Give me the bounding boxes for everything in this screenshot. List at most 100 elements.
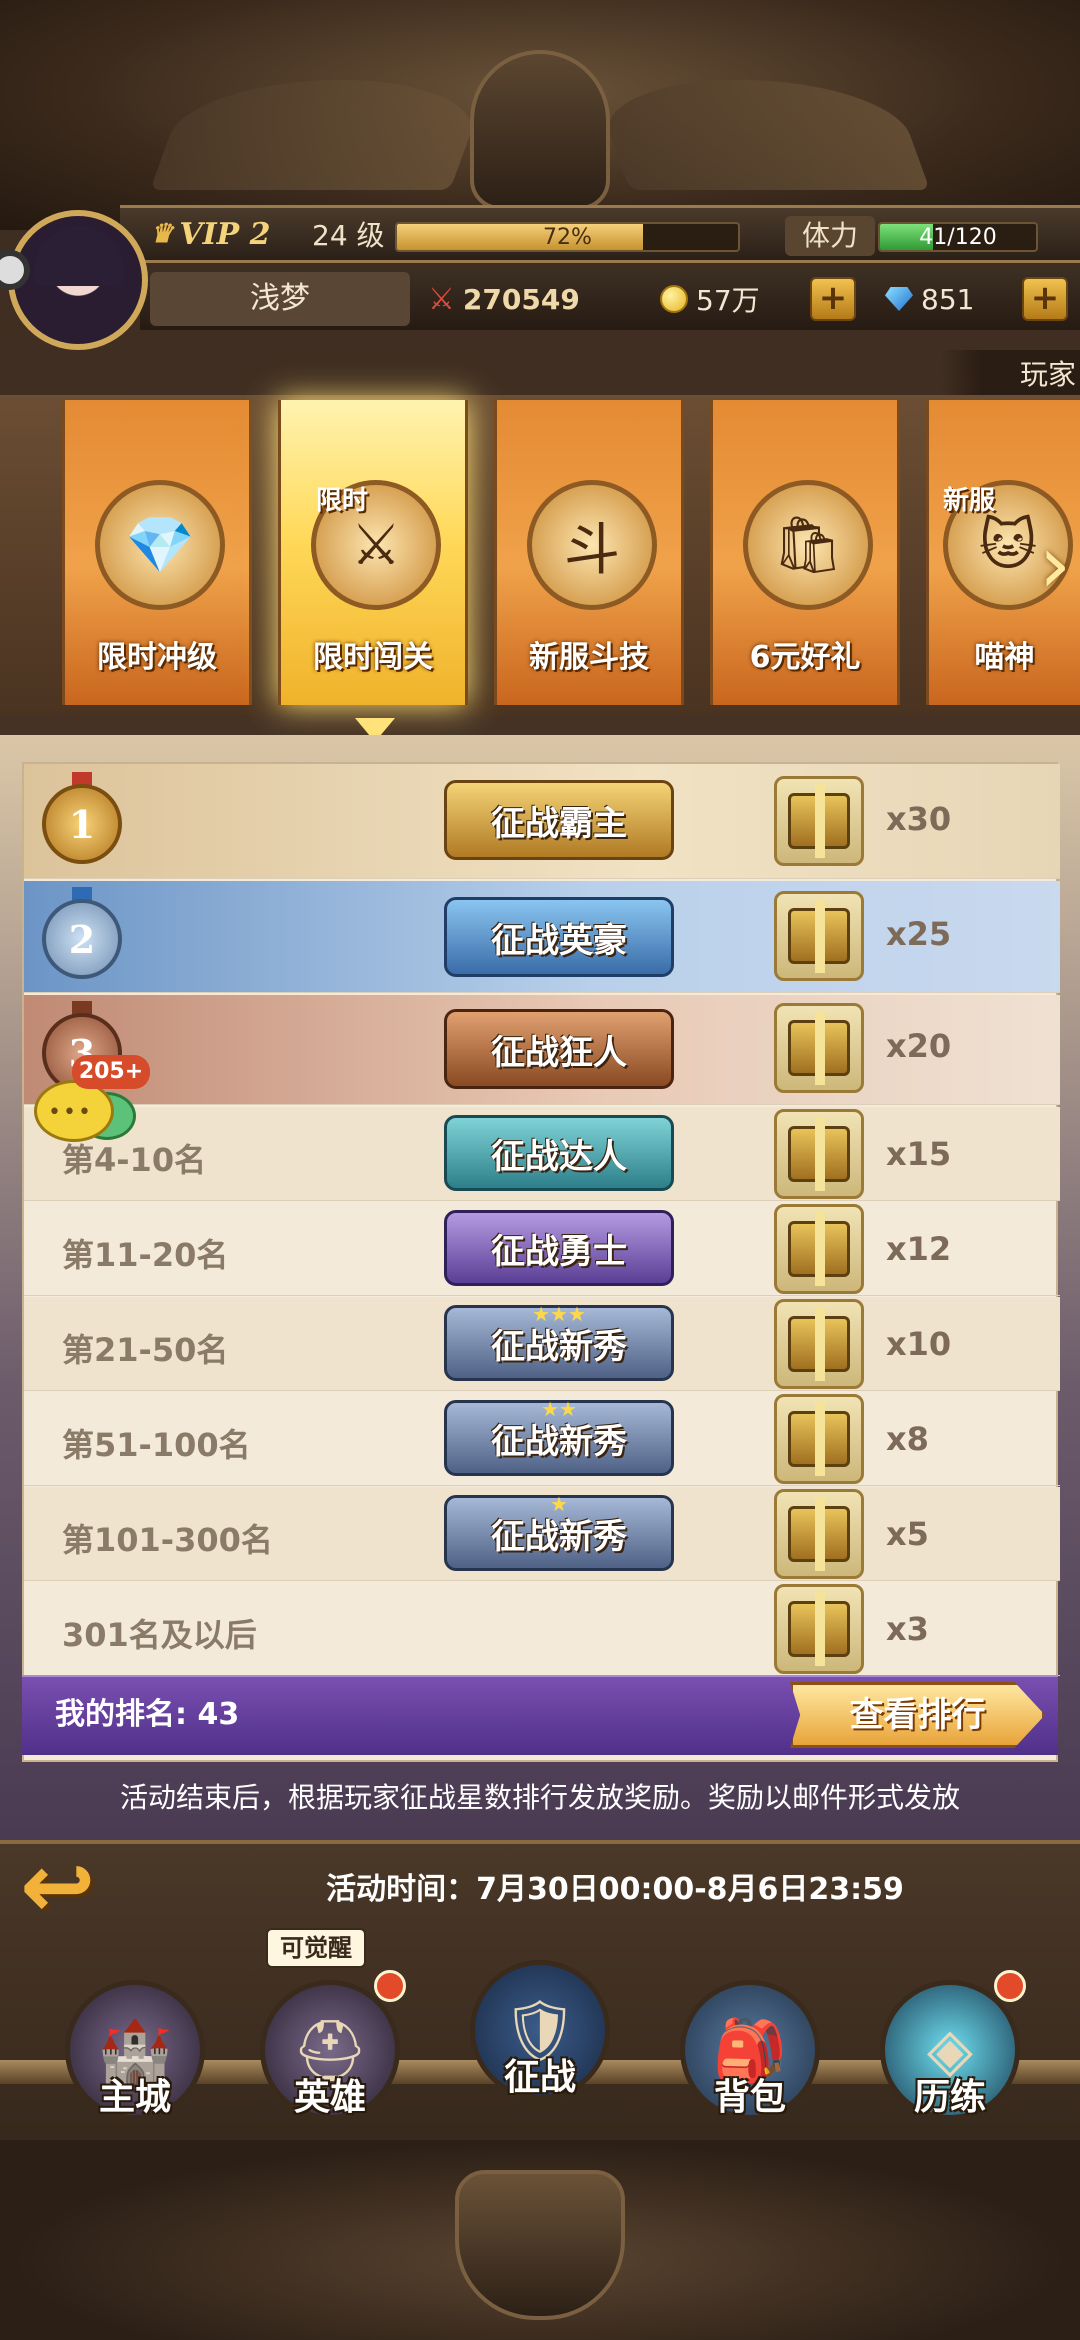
rank-2-medal-icon: 2: [42, 899, 122, 979]
gem-amount: 851: [885, 275, 1005, 323]
back-arrow-icon[interactable]: ↩: [20, 1842, 130, 1932]
exp-bar: 72%: [395, 222, 740, 252]
my-rank: 我的排名: 43: [55, 1697, 240, 1732]
helmet-emblem-icon: [470, 50, 610, 210]
star-icons: ★★: [541, 1397, 577, 1421]
treasure-chest-icon: 💎: [95, 480, 225, 610]
coin-icon: [660, 285, 688, 313]
vip-label: VIP 2: [179, 216, 271, 252]
add-gems-button[interactable]: +: [1022, 277, 1068, 321]
reward-quantity: x10: [886, 1325, 952, 1363]
star-icons: ★: [550, 1492, 568, 1516]
reward-table: 1 征战霸主 x30 2 征战英豪 x25 3 征战狂人 x20 第4-10名 …: [22, 762, 1060, 1762]
reward-note: 活动结束后，根据玩家征战星数排行发放奖励。奖励以邮件形式发放: [119, 1781, 960, 1814]
limited-tag: 限时: [316, 486, 369, 516]
nav-heroes[interactable]: ⛑ 英雄: [250, 1970, 410, 2140]
reward-row: 2 征战英豪 x25: [24, 881, 1060, 993]
reward-row: 3 征战狂人 x20: [24, 995, 1060, 1105]
reward-row: 第11-20名 征战勇士 x12: [24, 1202, 1060, 1296]
title-badge: 征战达人: [444, 1115, 674, 1191]
diamond-icon: [885, 287, 913, 311]
combat-power-value: 270549: [462, 282, 580, 316]
activity-time: 活动时间：7月30日00:00-8月6日23:59: [326, 1872, 904, 1907]
player-name[interactable]: 浅梦: [150, 272, 410, 326]
notification-dot: [374, 1970, 406, 2002]
reward-chest-icon[interactable]: [774, 891, 864, 981]
nav-label: 征战: [503, 2057, 576, 2098]
nav-main-city[interactable]: 🏰 主城: [55, 1970, 215, 2140]
reward-quantity: x8: [886, 1420, 929, 1458]
nav-label: 背包: [713, 2077, 786, 2118]
rank-range: 第21-50名: [62, 1331, 229, 1369]
title-badge: 征战英豪: [444, 897, 674, 977]
reward-row: 1 征战霸主 x30: [24, 764, 1060, 879]
activity-limited-levelup[interactable]: 💎 限时冲级: [62, 400, 252, 705]
reward-chest-icon[interactable]: [774, 1394, 864, 1484]
gold-amount: 57万: [660, 275, 780, 323]
stamina-label: 体力: [785, 216, 875, 256]
activity-6-yuan-gift[interactable]: 🛍 6元好礼: [710, 400, 900, 705]
stamina-bar[interactable]: 41/120: [878, 222, 1038, 252]
chat-unread-count: 205+: [72, 1055, 150, 1089]
helmet-emblem-icon: [455, 2170, 625, 2320]
add-gold-button[interactable]: +: [810, 277, 856, 321]
rank-range: 第51-100名: [62, 1426, 251, 1464]
crown-icon: ♛: [150, 219, 174, 249]
reward-quantity: x5: [886, 1515, 929, 1553]
title-badge: 征战霸主: [444, 780, 674, 860]
rank-range: 第101-300名: [62, 1521, 273, 1559]
star-icons: ★★★: [532, 1302, 586, 1326]
reward-quantity: x12: [886, 1230, 952, 1268]
activity-label: 新服斗技: [529, 640, 649, 675]
combat-power: ⚔ 270549: [428, 275, 628, 323]
awaken-tag: 可觉醒: [266, 1928, 366, 1968]
player-tab[interactable]: 玩家: [940, 350, 1080, 400]
scroll-right-arrow-icon[interactable]: ›: [1030, 520, 1080, 610]
activity-label: 喵神: [974, 640, 1035, 675]
avatar-hair: [34, 226, 124, 286]
stamina-value: 41/120: [919, 225, 997, 250]
winged-badge-icon: 斗: [527, 480, 657, 610]
vip-badge[interactable]: ♛ VIP 2: [150, 212, 290, 256]
activity-limited-challenge[interactable]: ⚔ 限时 限时闯关: [278, 400, 468, 705]
nav-label: 英雄: [293, 2077, 366, 2118]
gold-value: 57万: [696, 284, 760, 317]
new-server-tag: 新服: [943, 486, 996, 516]
title-badge: ★★★ 征战新秀: [444, 1302, 674, 1381]
reward-chest-icon[interactable]: [774, 1003, 864, 1093]
gem-value: 851: [921, 282, 975, 316]
reward-row: 第4-10名 征战达人 x15: [24, 1107, 1060, 1201]
nav-label: 历练: [913, 2077, 986, 2118]
nav-backpack[interactable]: 🎒 背包: [670, 1970, 830, 2140]
notification-dot: [994, 1970, 1026, 2002]
gift-bag-icon: 🛍: [743, 480, 873, 610]
reward-chest-icon[interactable]: [774, 776, 864, 866]
rank-range: 301名及以后: [62, 1616, 257, 1654]
reward-chest-icon[interactable]: [774, 1204, 864, 1294]
rank-range: 第11-20名: [62, 1236, 229, 1274]
reward-row: 第21-50名 ★★★ 征战新秀 x10: [24, 1297, 1060, 1391]
ellipsis-icon: •••: [48, 1100, 93, 1125]
reward-row: 第51-100名 ★★ 征战新秀 x8: [24, 1392, 1060, 1486]
player-avatar[interactable]: [8, 210, 148, 350]
reward-chest-icon[interactable]: [774, 1489, 864, 1579]
view-ranking-button[interactable]: 查看排行: [790, 1682, 1045, 1748]
exp-percent: 72%: [543, 225, 592, 250]
reward-quantity: x25: [886, 915, 952, 953]
activity-new-server-arena[interactable]: 斗 新服斗技: [494, 400, 684, 705]
reward-row: 第101-300名 ★ 征战新秀 x5: [24, 1487, 1060, 1581]
activity-label: 限时闯关: [313, 640, 433, 675]
nav-training[interactable]: ◈ 历练: [870, 1970, 1030, 2140]
reward-row: 301名及以后 x3: [24, 1582, 1060, 1676]
reward-quantity: x20: [886, 1027, 952, 1065]
player-level: 24 级: [312, 219, 385, 252]
reward-chest-icon[interactable]: [774, 1299, 864, 1389]
reward-chest-icon[interactable]: [774, 1584, 864, 1674]
nav-campaign[interactable]: 🛡 征战: [460, 1950, 620, 2120]
title-badge: 征战勇士: [444, 1210, 674, 1286]
activity-label: 限时冲级: [97, 640, 217, 675]
title-badge: ★★ 征战新秀: [444, 1397, 674, 1476]
title-badge: 征战狂人: [444, 1009, 674, 1089]
reward-chest-icon[interactable]: [774, 1109, 864, 1199]
reward-quantity: x15: [886, 1135, 952, 1173]
